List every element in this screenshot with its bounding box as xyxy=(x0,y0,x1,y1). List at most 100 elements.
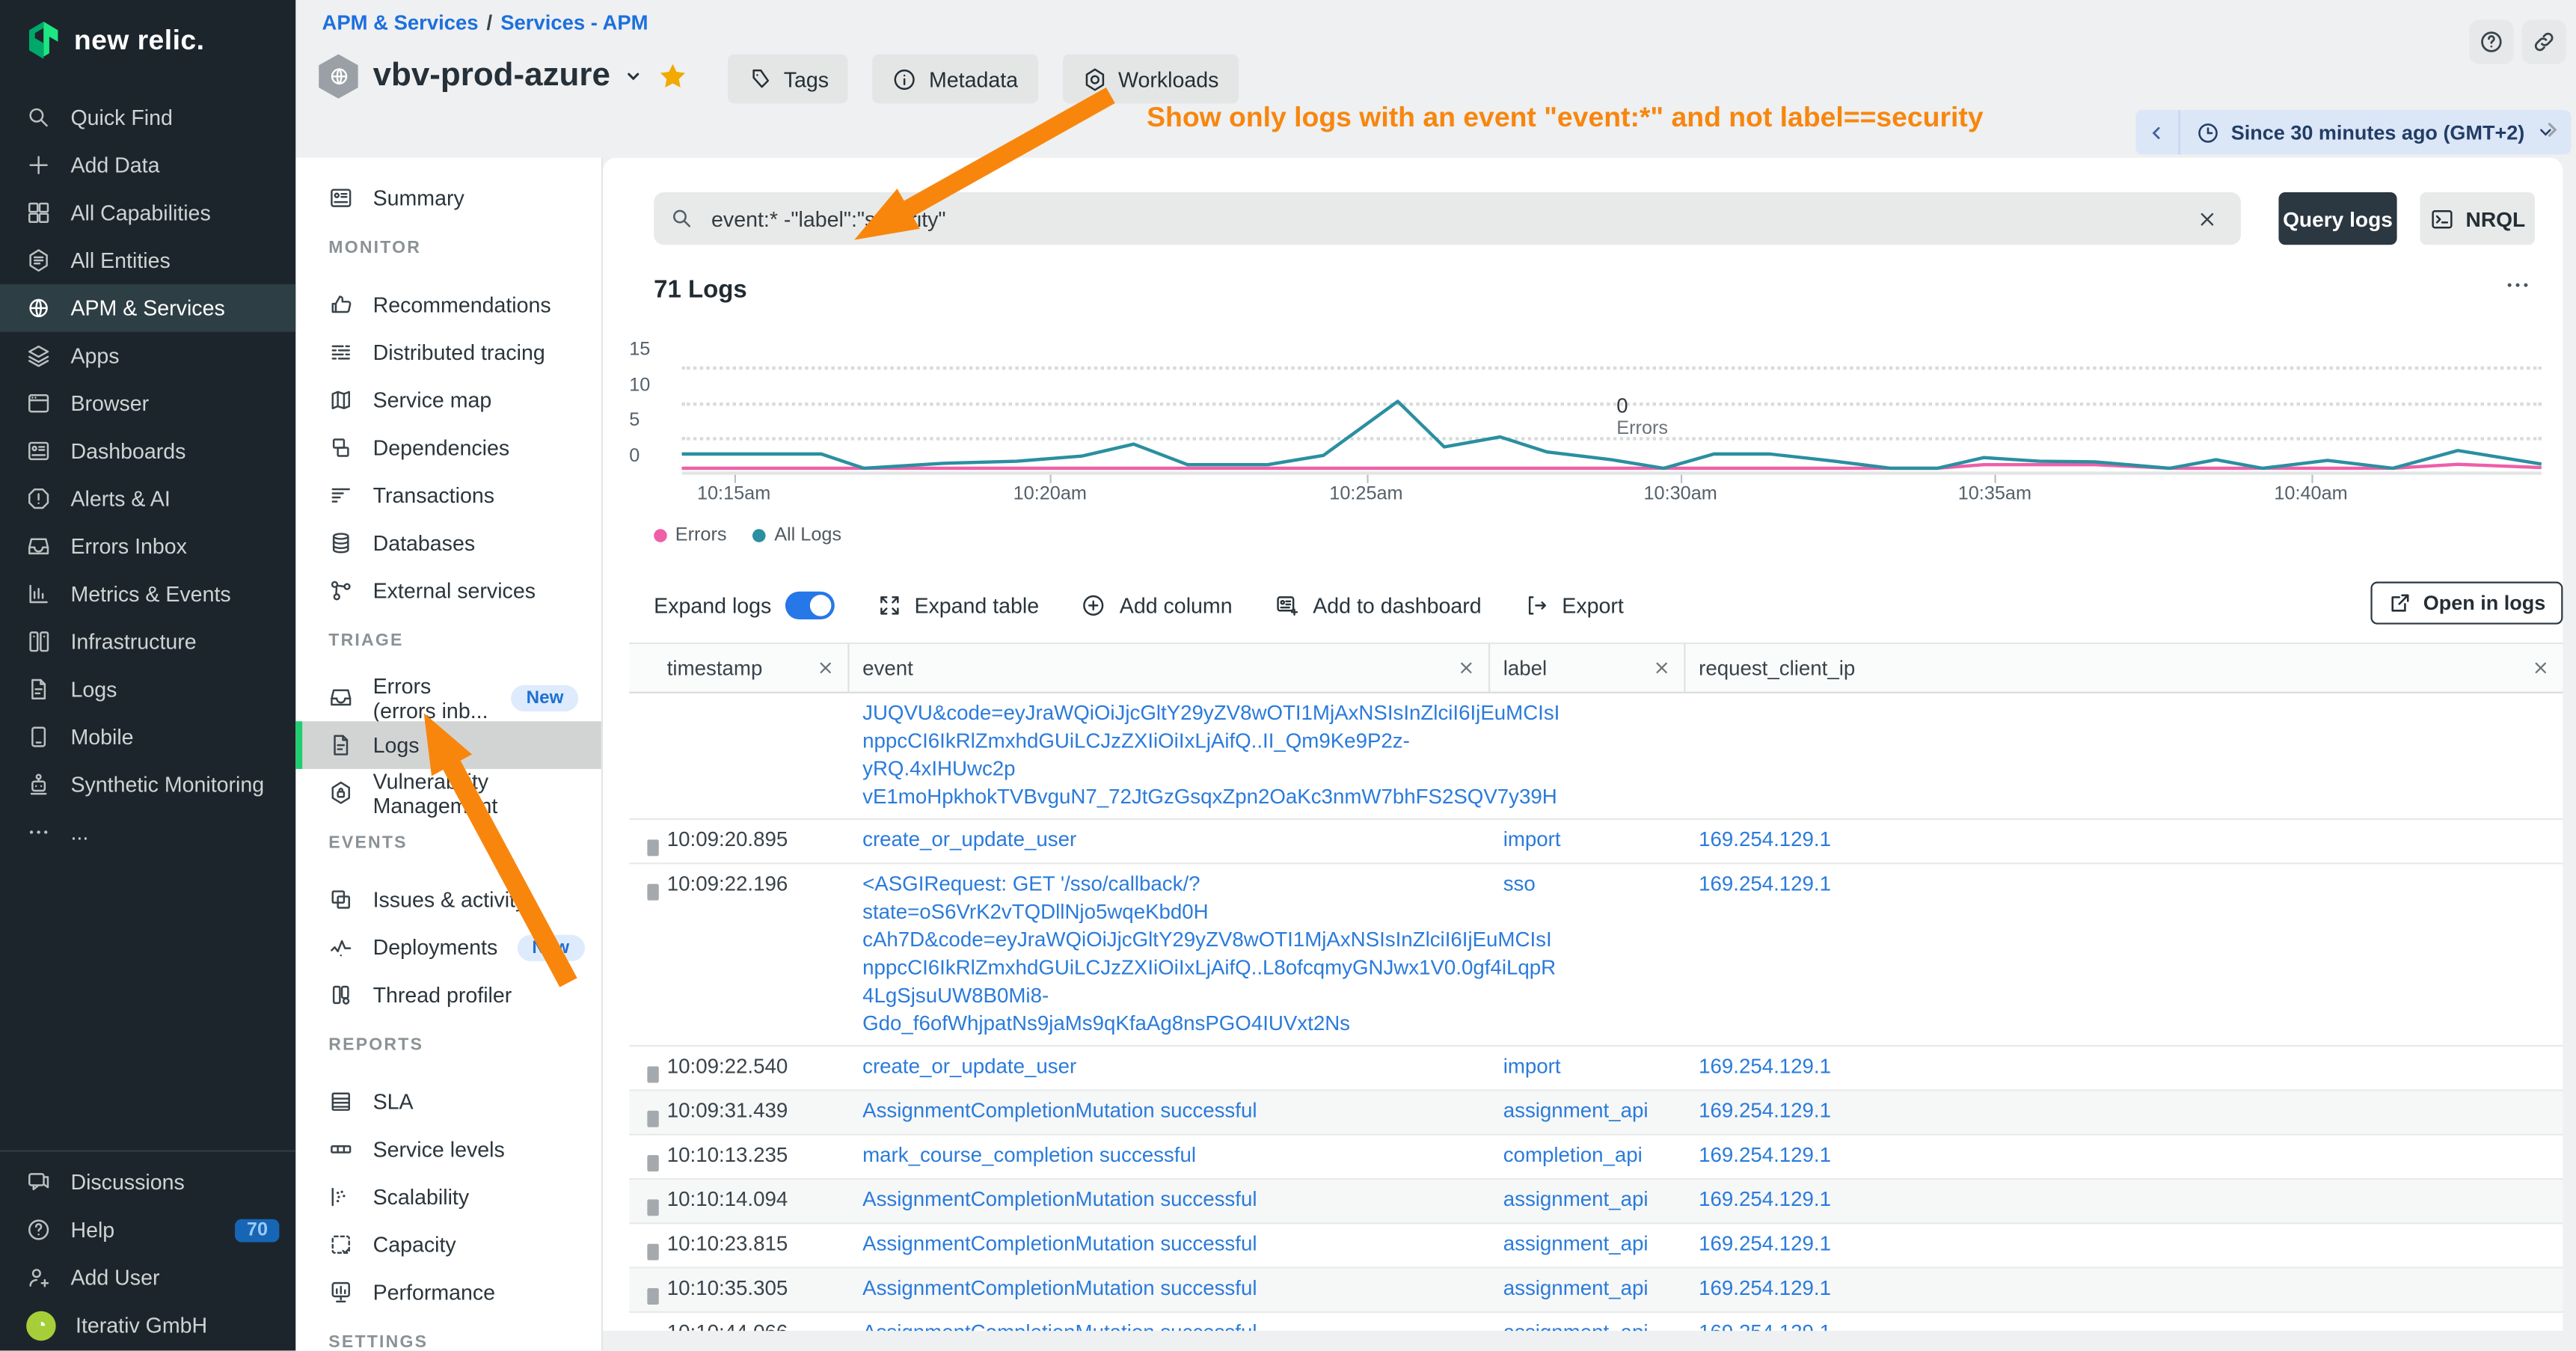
subsidebar-item-errors-errors-inb[interactable]: Errors (errors inb...New xyxy=(295,674,601,722)
log-table-row[interactable]: 10:10:13.235mark_course_completion succe… xyxy=(629,1136,2563,1180)
subsidebar-item-databases[interactable]: Databases xyxy=(295,519,601,567)
toggle-on-icon[interactable] xyxy=(785,591,834,619)
subsidebar-item-vulnerability-management[interactable]: Vulnerability Management xyxy=(295,769,601,817)
event-link[interactable]: nppcCI6IkRlZmxhdGUiLCJzZXIiOiIxLjAifQ..I… xyxy=(862,728,1476,784)
label-link[interactable]: import xyxy=(1503,828,1561,851)
add-column-button[interactable]: Add column xyxy=(1082,592,1232,617)
subsidebar-item-transactions[interactable]: Transactions xyxy=(295,471,601,519)
sidebar-item-add-data[interactable]: Add Data xyxy=(0,141,295,189)
subsidebar-item-capacity[interactable]: Capacity xyxy=(295,1221,601,1269)
nrql-button[interactable]: NRQL xyxy=(2420,192,2535,245)
subsidebar-item-distributed-tracing[interactable]: Distributed tracing xyxy=(295,328,601,376)
subsidebar-item-deployments[interactable]: DeploymentsNew xyxy=(295,923,601,971)
sidebar-item-dashboards[interactable]: Dashboards xyxy=(0,427,295,475)
event-link[interactable]: nppcCI6IkRlZmxhdGUiLCJzZXIiOiIxLjAifQ..L… xyxy=(862,955,1476,982)
new-relic-logo[interactable]: new relic. xyxy=(26,22,204,60)
event-link[interactable]: 4LgSjsuUW8B0Mi8-Gdo_f6ofWhjpatNs9jaMs9qK… xyxy=(862,982,1476,1038)
entity-dropdown-caret-icon[interactable] xyxy=(625,67,643,85)
subsidebar-item-service-map[interactable]: Service map xyxy=(295,376,601,424)
label-link[interactable]: assignment_api xyxy=(1503,1188,1649,1211)
subsidebar-item-summary[interactable]: Summary xyxy=(295,174,601,222)
favorite-star-icon[interactable] xyxy=(658,61,690,92)
query-logs-button[interactable]: Query logs xyxy=(2278,192,2396,245)
event-link[interactable]: AssignmentCompletionMutation successful xyxy=(862,1275,1476,1302)
ip-link[interactable]: 169.254.129.1 xyxy=(1699,1099,1831,1122)
event-link[interactable]: create_or_update_user xyxy=(862,827,1476,854)
ip-link[interactable]: 169.254.129.1 xyxy=(1699,1232,1831,1255)
clear-query-icon[interactable] xyxy=(2190,201,2224,236)
expand-logs-toggle[interactable]: Expand logs xyxy=(654,591,834,619)
log-table-row[interactable]: 10:09:22.196<ASGIRequest: GET '/sso/call… xyxy=(629,864,2563,1047)
subsidebar-item-recommendations[interactable]: Recommendations xyxy=(295,281,601,329)
ip-link[interactable]: 169.254.129.1 xyxy=(1699,872,1831,895)
legend-item-errors[interactable]: Errors xyxy=(654,526,726,545)
sidebar-item-all-capabilities[interactable]: All Capabilities xyxy=(0,189,295,237)
remove-column-icon[interactable] xyxy=(2532,659,2550,677)
sidebar-item-browser[interactable]: Browser xyxy=(0,379,295,427)
legend-item-all-logs[interactable]: All Logs xyxy=(753,526,841,545)
event-link[interactable]: mark_course_completion successful xyxy=(862,1142,1476,1170)
permalink-button[interactable] xyxy=(2522,19,2566,64)
ip-link[interactable]: 169.254.129.1 xyxy=(1699,1188,1831,1211)
event-link[interactable]: JUQVU&code=eyJraWQiOiJjcGltY29yZV8wOTI1M… xyxy=(862,700,1476,728)
event-link[interactable]: vE1moHpkhokTVBvguN7_72JtGzGsqxZpn2OaKc3n… xyxy=(862,784,1476,812)
export-button[interactable]: Export xyxy=(1524,592,1624,617)
subsidebar-item-logs[interactable]: Logs xyxy=(295,721,601,769)
add-to-dashboard-button[interactable]: Add to dashboard xyxy=(1275,592,1482,617)
sidebar-item-help[interactable]: Help70 xyxy=(0,1206,295,1254)
event-link[interactable]: create_or_update_user xyxy=(862,1053,1476,1081)
event-link[interactable]: AssignmentCompletionMutation successful xyxy=(862,1231,1476,1258)
sidebar-item-quick-find[interactable]: Quick Find xyxy=(0,94,295,141)
log-table-row[interactable]: 10:10:14.094AssignmentCompletionMutation… xyxy=(629,1180,2563,1224)
remove-column-icon[interactable] xyxy=(1653,659,1671,677)
label-link[interactable]: assignment_api xyxy=(1503,1099,1649,1122)
log-table-row[interactable]: 10:09:31.439AssignmentCompletionMutation… xyxy=(629,1091,2563,1135)
ip-link[interactable]: 169.254.129.1 xyxy=(1699,1277,1831,1300)
sidebar-item-all-entities[interactable]: All Entities xyxy=(0,236,295,284)
logs-timeseries-chart[interactable] xyxy=(682,325,2542,477)
subsidebar-item-dependencies[interactable]: Dependencies xyxy=(295,424,601,472)
sidebar-item-infrastructure[interactable]: Infrastructure xyxy=(0,618,295,666)
log-table-row[interactable]: 10:10:23.815AssignmentCompletionMutation… xyxy=(629,1224,2563,1268)
subsidebar-item-issues-activity[interactable]: Issues & activity xyxy=(295,876,601,924)
remove-column-icon[interactable] xyxy=(1457,659,1475,677)
label-link[interactable]: completion_api xyxy=(1503,1144,1643,1167)
sidebar-item-errors-inbox[interactable]: Errors Inbox xyxy=(0,522,295,570)
event-link[interactable]: cAh7D&code=eyJraWQiOiJjcGltY29yZV8wOTI1M… xyxy=(862,927,1476,955)
label-link[interactable]: import xyxy=(1503,1055,1561,1078)
time-back-chevron-icon[interactable] xyxy=(2135,110,2180,154)
breadcrumb-services-apm[interactable]: Services - APM xyxy=(500,11,648,34)
subsidebar-item-service-levels[interactable]: Service levels xyxy=(295,1126,601,1174)
label-link[interactable]: assignment_api xyxy=(1503,1232,1649,1255)
event-link[interactable]: AssignmentCompletionMutation successful xyxy=(862,1186,1476,1214)
ip-link[interactable]: 169.254.129.1 xyxy=(1699,828,1831,851)
sidebar-item-mobile[interactable]: Mobile xyxy=(0,713,295,761)
log-table-row[interactable]: 10:09:22.540create_or_update_userimport1… xyxy=(629,1047,2563,1091)
remove-column-icon[interactable] xyxy=(817,659,835,677)
sidebar-item-apm-services[interactable]: APM & Services xyxy=(0,284,295,332)
sidebar-item-apps[interactable]: Apps xyxy=(0,332,295,380)
tags-button[interactable]: Tags xyxy=(728,54,848,103)
open-in-logs-button[interactable]: Open in logs xyxy=(2370,582,2563,625)
subsidebar-item-sla[interactable]: SLA xyxy=(295,1078,601,1126)
sidebar-item-item[interactable]: ... xyxy=(0,809,295,857)
log-table-row[interactable]: JUQVU&code=eyJraWQiOiJjcGltY29yZV8wOTI1M… xyxy=(629,693,2563,820)
sidebar-item-iterativ-gmbh[interactable]: ◔Iterativ GmbH xyxy=(0,1302,295,1350)
ip-link[interactable]: 169.254.129.1 xyxy=(1699,1144,1831,1167)
sidebar-item-metrics-events[interactable]: Metrics & Events xyxy=(0,570,295,618)
subsidebar-item-scalability[interactable]: Scalability xyxy=(295,1173,601,1221)
log-table-row[interactable]: 10:10:35.305AssignmentCompletionMutation… xyxy=(629,1269,2563,1313)
log-table-row[interactable]: 10:09:20.895create_or_update_userimport1… xyxy=(629,820,2563,864)
subsidebar-item-external-services[interactable]: External services xyxy=(295,567,601,615)
subsidebar-item-thread-profiler[interactable]: Thread profiler xyxy=(295,971,601,1019)
chart-overflow-menu-icon[interactable] xyxy=(2503,271,2531,307)
label-link[interactable]: assignment_api xyxy=(1503,1277,1649,1300)
sidebar-item-discussions[interactable]: Discussions xyxy=(0,1158,295,1206)
sidebar-item-add-user[interactable]: Add User xyxy=(0,1254,295,1302)
metadata-button[interactable]: Metadata xyxy=(873,54,1037,103)
time-forward-chevron-icon[interactable] xyxy=(2540,118,2563,150)
label-link[interactable]: sso xyxy=(1503,872,1536,895)
event-link[interactable]: <ASGIRequest: GET '/sso/callback/?state=… xyxy=(862,871,1476,927)
sidebar-item-logs[interactable]: Logs xyxy=(0,666,295,714)
ip-link[interactable]: 169.254.129.1 xyxy=(1699,1055,1831,1078)
